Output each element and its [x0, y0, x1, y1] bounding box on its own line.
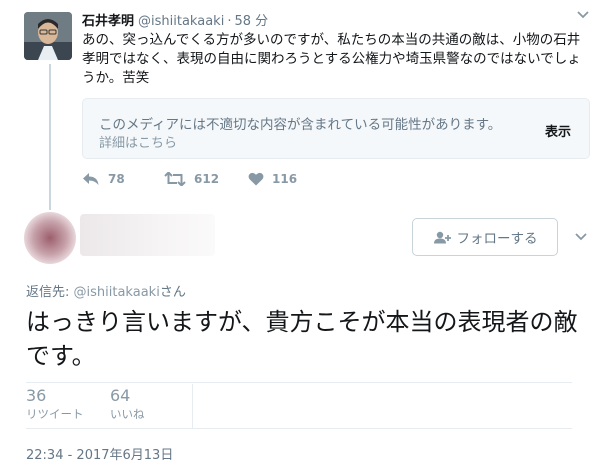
reply-tweet-text: はっきり言いますが、貴方こそが本当の表現者の敵です。	[26, 308, 578, 370]
blurred-avatar[interactable]	[24, 212, 76, 264]
retweet-count: 612	[194, 172, 220, 186]
divider	[26, 382, 572, 383]
like-stat-count: 64	[110, 386, 131, 405]
show-media-button[interactable]: 表示	[545, 121, 571, 140]
header-separator: ·	[227, 14, 232, 29]
like-stat-label: いいね	[110, 407, 145, 421]
author-name[interactable]: 石井孝明	[82, 14, 134, 29]
divider	[26, 428, 572, 429]
author-handle[interactable]: @ishiitakaaki	[138, 14, 224, 29]
divider	[192, 384, 193, 428]
tweet-timestamp[interactable]: 22:34 - 2017年6月13日	[26, 444, 173, 463]
thread-connector-line	[49, 64, 51, 210]
sensitive-media-warning: このメディアには不適切な内容が含まれている可能性があります。 詳細はこちら 表示	[82, 98, 590, 159]
like-count: 116	[272, 172, 298, 186]
reply-to-prefix: 返信先:	[26, 285, 74, 300]
add-user-icon	[433, 231, 451, 243]
reply-count: 78	[108, 172, 125, 186]
retweet-stat[interactable]: 36 リツイート	[26, 386, 84, 422]
reply-icon	[83, 173, 99, 185]
chevron-down-icon[interactable]	[574, 232, 588, 242]
reply-to-handle[interactable]: @ishiitakaaki	[74, 285, 160, 300]
media-warning-message: このメディアには不適切な内容が含まれている可能性があります。	[99, 117, 502, 133]
retweet-button[interactable]: 612	[164, 172, 219, 186]
heart-icon	[248, 172, 264, 186]
like-stat[interactable]: 64 いいね	[110, 386, 145, 422]
tweet-text: あの、突っ込んでくる方が多いのですが、私たちの本当の共通の敵は、小物の石井孝明で…	[82, 32, 581, 86]
avatar-photo	[24, 12, 72, 60]
retweet-icon	[164, 172, 186, 186]
follow-button-label: フォローする	[456, 231, 538, 247]
tweet-header: 石井孝明 @ishiitakaaki · 58 分	[82, 10, 562, 29]
blurred-user-name	[80, 214, 215, 256]
follow-button[interactable]: フォローする	[412, 218, 558, 256]
avatar[interactable]	[24, 12, 72, 60]
tweet-time[interactable]: 58 分	[234, 14, 268, 29]
retweet-stat-count: 36	[26, 386, 47, 405]
chevron-down-icon[interactable]	[576, 10, 590, 20]
retweet-stat-label: リツイート	[26, 407, 84, 421]
media-warning-details-link[interactable]: 詳細はこちら	[99, 132, 177, 151]
reply-to-suffix: さん	[159, 285, 186, 300]
reply-button[interactable]: 78	[82, 172, 125, 186]
like-button[interactable]: 116	[248, 172, 297, 186]
reply-to-context: 返信先: @ishiitakaakiさん	[26, 281, 186, 300]
